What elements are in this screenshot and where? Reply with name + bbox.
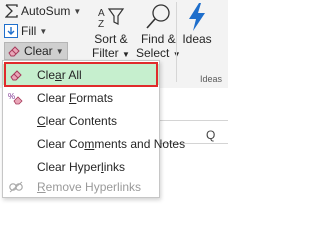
- fill-button[interactable]: Fill ▼: [4, 22, 47, 40]
- clear-button[interactable]: Clear ▼: [4, 42, 68, 60]
- svg-text:Z: Z: [98, 19, 104, 29]
- fill-label: Fill: [21, 24, 37, 38]
- column-header-q: Q: [206, 128, 216, 142]
- grid-line: [160, 120, 228, 121]
- menu-item-clear-formats[interactable]: % Clear Formats: [3, 87, 159, 108]
- svg-text:%: %: [8, 92, 15, 101]
- eraser-icon: [7, 44, 21, 58]
- menu-item-remove-hyperlinks: Remove Hyperlinks: [3, 176, 159, 197]
- menu-item-clear-hyperlinks[interactable]: Clear Hyperlinks: [3, 156, 159, 177]
- svg-text:A: A: [98, 8, 105, 19]
- fill-down-icon: [4, 24, 18, 38]
- clear-formats-icon: %: [8, 90, 24, 106]
- autosum-label: AutoSum: [21, 4, 71, 18]
- menu-item-label: Clear Comments and Notes: [37, 136, 186, 151]
- clear-label: Clear: [24, 44, 53, 58]
- group-divider: [176, 2, 177, 82]
- menu-item-label: Remove Hyperlinks: [37, 179, 142, 194]
- lightning-icon: [182, 2, 212, 32]
- autosum-button[interactable]: AutoSum ▼: [4, 2, 81, 20]
- ideas-group-label: Ideas: [200, 74, 223, 84]
- sigma-icon: [4, 4, 18, 18]
- chevron-down-icon: ▼: [55, 46, 64, 56]
- menu-item-label: Clear Formats: [37, 90, 114, 105]
- sort-filter-label-1: Sort &: [94, 32, 128, 46]
- menu-item-clear-comments-notes[interactable]: Clear Comments and Notes: [3, 133, 185, 154]
- chevron-down-icon: ▼: [73, 6, 82, 16]
- highlight-annotation-box: [4, 62, 158, 87]
- remove-hyperlink-icon: [8, 179, 24, 195]
- magnifier-icon: [143, 2, 173, 32]
- find-select-label-1: Find &: [140, 32, 176, 46]
- find-select-button[interactable]: Find & Select ▼: [136, 2, 181, 62]
- chevron-down-icon: ▼: [122, 50, 130, 59]
- menu-item-label: Clear Hyperlinks: [37, 159, 126, 174]
- ideas-label: Ideas: [182, 32, 212, 46]
- sort-filter-icon: AZ: [96, 2, 126, 32]
- sort-filter-button[interactable]: AZ Sort & Filter ▼: [92, 2, 130, 62]
- menu-item-label: Clear Contents: [37, 113, 118, 128]
- menu-item-clear-contents[interactable]: Clear Contents: [3, 110, 159, 131]
- chevron-down-icon: ▼: [39, 26, 48, 36]
- ideas-button[interactable]: Ideas: [182, 2, 212, 46]
